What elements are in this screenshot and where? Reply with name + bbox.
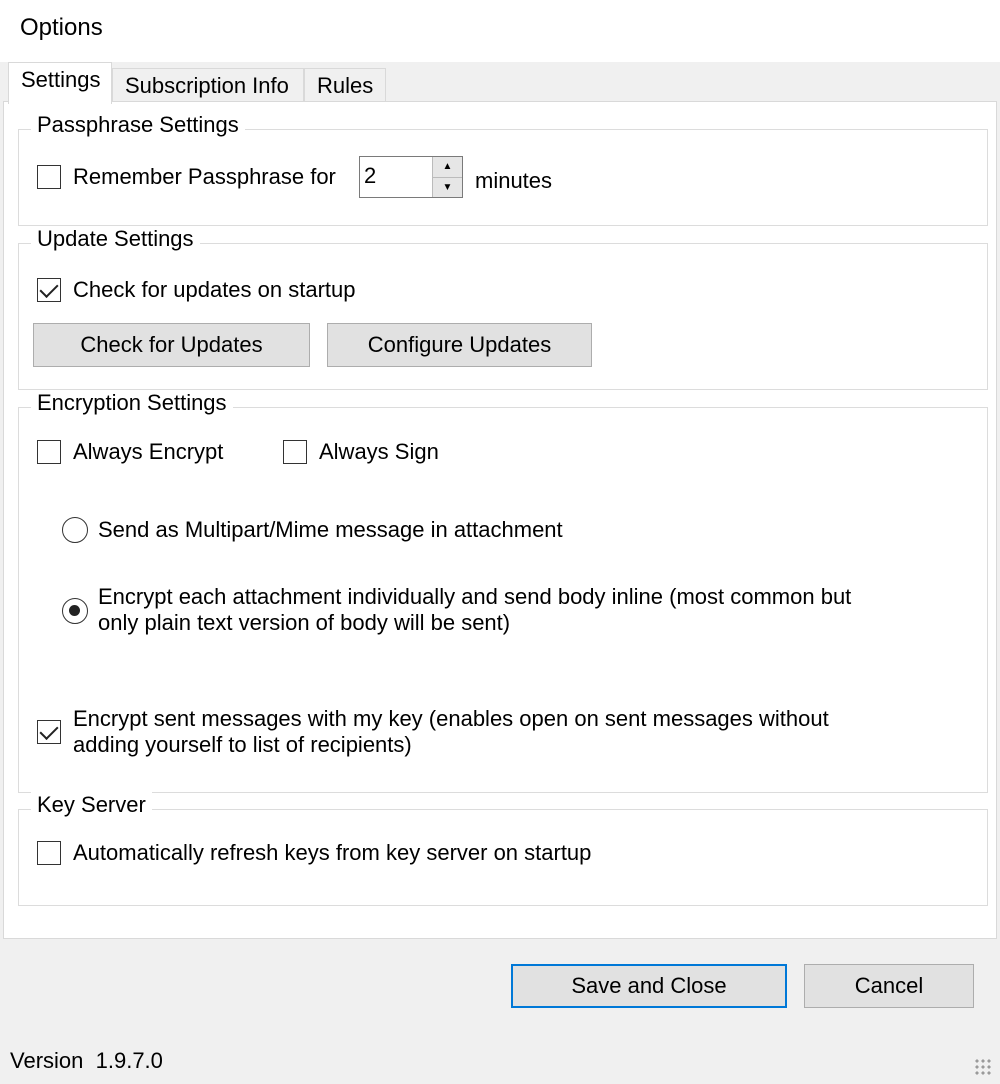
radio-multipart[interactable]: Send as Multipart/Mime message in attach… (62, 517, 563, 543)
version-text: Version 1.9.7.0 (10, 1048, 163, 1074)
minutes-value[interactable]: 2 (360, 157, 432, 197)
minutes-stepper[interactable]: 2 ▲ ▼ (359, 156, 463, 198)
auto-refresh-keys-label: Automatically refresh keys from key serv… (73, 840, 592, 865)
always-encrypt-box[interactable] (37, 440, 61, 464)
settings-tab-panel: Passphrase Settings Remember Passphrase … (3, 101, 997, 939)
radio-inline[interactable]: Encrypt each attachment individually and… (62, 584, 851, 636)
auto-refresh-keys-checkbox[interactable]: Automatically refresh keys from key serv… (37, 840, 591, 866)
check-for-updates-button[interactable]: Check for Updates (33, 323, 310, 367)
save-and-close-button[interactable]: Save and Close (511, 964, 787, 1008)
auto-refresh-keys-box[interactable] (37, 841, 61, 865)
always-sign-box[interactable] (283, 440, 307, 464)
remember-passphrase-checkbox[interactable]: Remember Passphrase for (37, 164, 336, 190)
encryption-settings-label: Encryption Settings (31, 390, 233, 416)
key-server-group: Key Server Automatically refresh keys fr… (18, 792, 988, 906)
check-updates-startup-label: Check for updates on startup (73, 277, 356, 302)
tab-rules-label: Rules (317, 73, 374, 98)
cancel-button[interactable]: Cancel (804, 964, 974, 1008)
remember-passphrase-box[interactable] (37, 165, 61, 189)
check-updates-startup-checkbox[interactable]: Check for updates on startup (37, 277, 356, 303)
tab-settings[interactable]: Settings (8, 62, 112, 104)
passphrase-settings-label: Passphrase Settings (31, 112, 245, 138)
minutes-stepper-buttons: ▲ ▼ (432, 157, 462, 197)
always-encrypt-checkbox[interactable]: Always Encrypt (37, 439, 223, 465)
encrypt-sent-checkbox[interactable]: Encrypt sent messages with my key (enabl… (37, 706, 829, 758)
version-label: Version (10, 1048, 84, 1073)
tab-rules[interactable]: Rules (304, 68, 386, 102)
radio-inline-label-line2: only plain text version of body will be … (98, 610, 511, 635)
encrypt-sent-label-line2: adding yourself to list of recipients) (73, 732, 412, 757)
key-server-label: Key Server (31, 792, 152, 818)
status-bar: Version 1.9.7.0 (0, 1040, 1000, 1084)
always-sign-label: Always Sign (319, 439, 439, 464)
encrypt-sent-box[interactable] (37, 720, 61, 744)
always-sign-checkbox[interactable]: Always Sign (283, 439, 439, 465)
resize-grip-icon[interactable] (974, 1058, 992, 1076)
tab-settings-label: Settings (21, 67, 101, 92)
version-value: 1.9.7.0 (95, 1048, 163, 1073)
stepper-up-icon[interactable]: ▲ (433, 157, 462, 178)
encryption-settings-group: Encryption Settings Always Encrypt Alway… (18, 390, 988, 793)
encrypt-sent-label: Encrypt sent messages with my key (enabl… (73, 706, 829, 758)
radio-inline-button[interactable] (62, 598, 88, 624)
radio-multipart-label: Send as Multipart/Mime message in attach… (98, 517, 563, 542)
remember-passphrase-label: Remember Passphrase for (73, 164, 336, 189)
radio-inline-label: Encrypt each attachment individually and… (98, 584, 851, 636)
tab-subscription-info-label: Subscription Info (125, 73, 289, 98)
encrypt-sent-label-line1: Encrypt sent messages with my key (enabl… (73, 706, 829, 731)
update-settings-label: Update Settings (31, 226, 200, 252)
configure-updates-button[interactable]: Configure Updates (327, 323, 592, 367)
always-encrypt-label: Always Encrypt (73, 439, 224, 464)
stepper-down-icon[interactable]: ▼ (433, 177, 462, 197)
title-bar: Options (0, 0, 1000, 62)
tab-subscription-info[interactable]: Subscription Info (112, 68, 304, 102)
passphrase-settings-group: Passphrase Settings Remember Passphrase … (18, 112, 988, 226)
minutes-unit-label: minutes (475, 168, 553, 193)
radio-multipart-button[interactable] (62, 517, 88, 543)
check-updates-startup-box[interactable] (37, 278, 61, 302)
window-title: Options (20, 14, 103, 41)
update-settings-group: Update Settings Check for updates on sta… (18, 226, 988, 390)
radio-inline-label-line1: Encrypt each attachment individually and… (98, 584, 852, 609)
